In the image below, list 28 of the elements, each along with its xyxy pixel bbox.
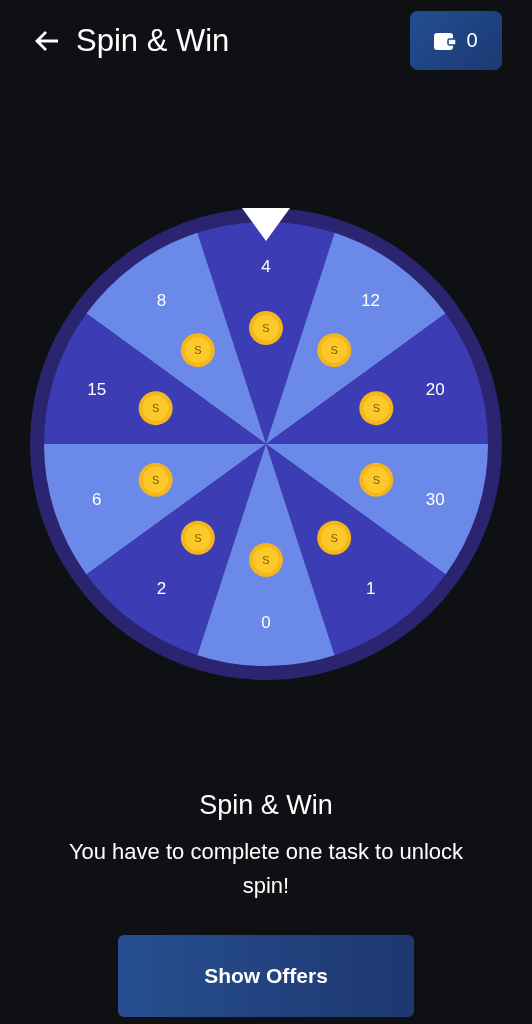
coin-icon: S (317, 333, 352, 368)
wallet-icon (434, 30, 457, 51)
prize-value: 1 (365, 579, 376, 598)
coin-icon: S (138, 391, 173, 426)
prize-value: 20 (425, 380, 445, 399)
prize-value: 8 (156, 291, 167, 310)
back-arrow-icon[interactable] (34, 28, 60, 53)
coin-icon: S (180, 520, 215, 555)
coin-icon: S (249, 543, 283, 577)
coin-icon: S (138, 462, 173, 497)
coin-icon: S (249, 311, 283, 345)
pointer-icon (242, 208, 290, 241)
prize-value: 6 (92, 490, 102, 509)
wallet-button[interactable]: 0 (410, 11, 502, 70)
show-offers-button[interactable]: Show Offers (118, 935, 414, 1017)
prize-value: 2 (156, 579, 167, 598)
coin-icon: S (317, 520, 352, 555)
prize-value: 12 (361, 291, 381, 310)
coin-icon: S (180, 333, 215, 368)
coin-icon: S (359, 391, 394, 426)
section-title: Spin & Win (199, 790, 333, 821)
prize-value: 15 (87, 380, 107, 399)
prize-value: 0 (261, 613, 271, 632)
prize-value: 4 (261, 257, 271, 276)
coin-icon: S (359, 462, 394, 497)
prize-value: 30 (425, 490, 445, 509)
unlock-message: You have to complete one task to unlock spin! (67, 838, 465, 900)
page-title: Spin & Win (76, 22, 230, 59)
